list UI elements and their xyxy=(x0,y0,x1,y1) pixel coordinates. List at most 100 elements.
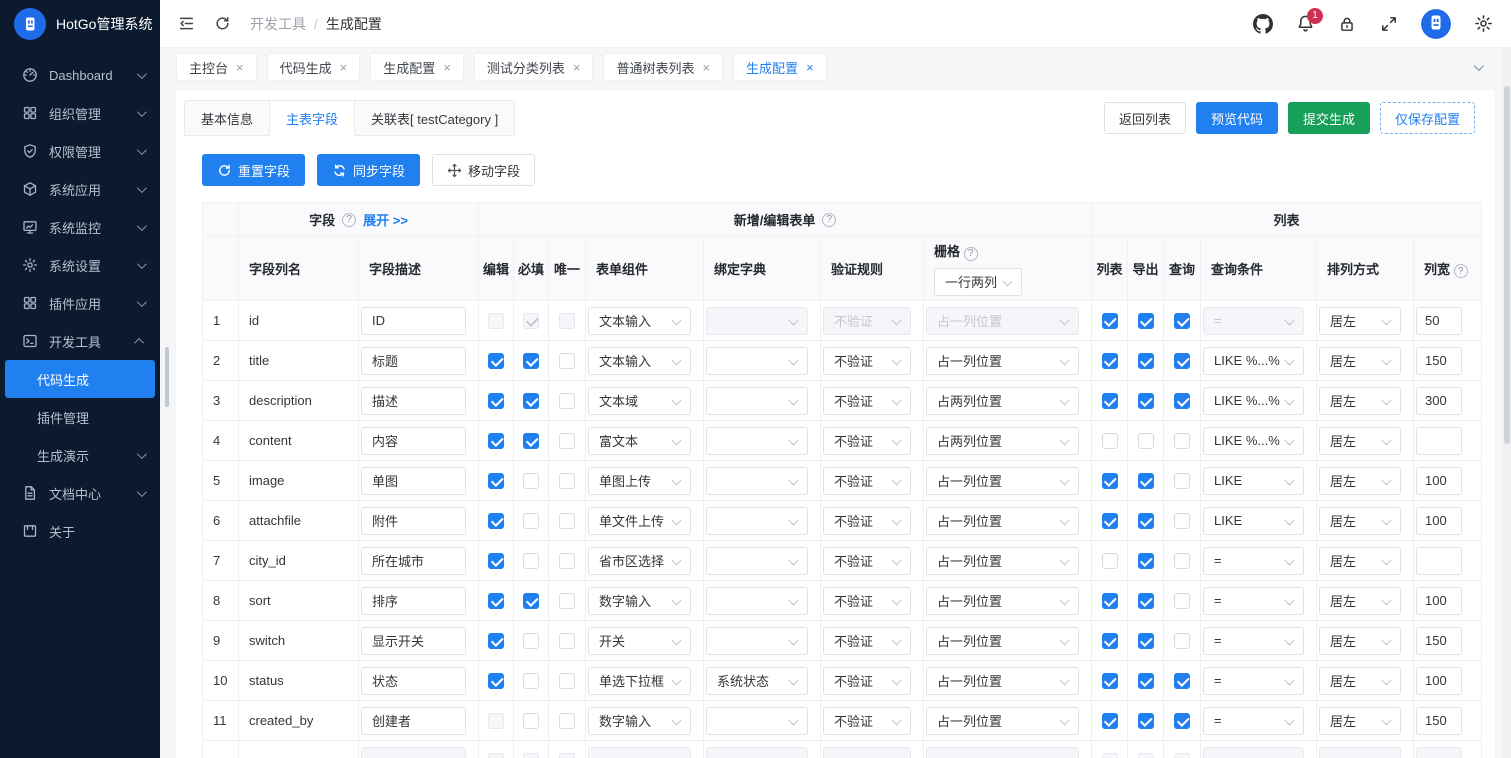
grid-span-select[interactable]: 占一列位置 xyxy=(926,347,1079,375)
dict-select[interactable] xyxy=(706,467,808,495)
close-icon[interactable]: × xyxy=(806,61,814,74)
query-checkbox[interactable] xyxy=(1174,753,1190,758)
column-width-input[interactable] xyxy=(1416,547,1462,575)
export-checkbox[interactable] xyxy=(1138,433,1154,449)
export-checkbox[interactable] xyxy=(1138,713,1154,729)
unique-checkbox[interactable] xyxy=(559,593,575,609)
form-component-select[interactable]: 数字输入 xyxy=(588,587,691,615)
unique-checkbox[interactable] xyxy=(559,713,575,729)
sidebar-item-monitor[interactable]: 系统监控 xyxy=(0,208,160,246)
dict-select[interactable] xyxy=(706,387,808,415)
dict-select[interactable] xyxy=(706,747,808,758)
tab-chip[interactable]: 测试分类列表 × xyxy=(474,53,594,81)
tab-chip[interactable]: 主控台 × xyxy=(176,53,257,81)
unique-checkbox[interactable] xyxy=(559,513,575,529)
button[interactable]: 重置字段 xyxy=(202,154,305,186)
validate-rule-select[interactable]: 不验证 xyxy=(823,347,911,375)
list-checkbox[interactable] xyxy=(1102,513,1118,529)
align-select[interactable]: 居左 xyxy=(1319,707,1401,735)
validate-rule-select[interactable]: 不验证 xyxy=(823,627,911,655)
form-component-select[interactable]: 文本输入 xyxy=(588,307,691,335)
edit-checkbox[interactable] xyxy=(488,513,504,529)
export-checkbox[interactable] xyxy=(1138,393,1154,409)
align-select[interactable]: 居左 xyxy=(1319,627,1401,655)
query-checkbox[interactable] xyxy=(1174,393,1190,409)
export-checkbox[interactable] xyxy=(1138,353,1154,369)
sidebar-item-doc[interactable]: 文档中心 xyxy=(0,474,160,512)
query-condition-select[interactable]: = xyxy=(1203,587,1304,615)
grid-span-select[interactable] xyxy=(926,747,1079,758)
grid-span-select[interactable]: 占一列位置 xyxy=(926,547,1079,575)
column-width-input[interactable] xyxy=(1416,507,1462,535)
edit-checkbox[interactable] xyxy=(488,353,504,369)
refresh-icon[interactable] xyxy=(214,15,232,33)
query-checkbox[interactable] xyxy=(1174,673,1190,689)
unique-checkbox[interactable] xyxy=(559,473,575,489)
validate-rule-select[interactable]: 不验证 xyxy=(823,387,911,415)
collapse-sidebar-icon[interactable] xyxy=(178,15,196,33)
list-checkbox[interactable] xyxy=(1102,433,1118,449)
field-desc-input[interactable] xyxy=(361,747,466,758)
help-icon[interactable]: ? xyxy=(342,213,356,227)
column-width-input[interactable] xyxy=(1416,627,1462,655)
notifications-icon[interactable]: 1 xyxy=(1295,14,1315,34)
query-condition-select[interactable]: LIKE %...% xyxy=(1203,347,1304,375)
export-checkbox[interactable] xyxy=(1138,673,1154,689)
field-desc-input[interactable] xyxy=(361,307,466,335)
button[interactable]: 提交生成 xyxy=(1288,102,1370,134)
required-checkbox[interactable] xyxy=(523,513,539,529)
required-checkbox[interactable] xyxy=(523,753,539,758)
align-select[interactable]: 居左 xyxy=(1319,667,1401,695)
unique-checkbox[interactable] xyxy=(559,673,575,689)
align-select[interactable]: 居左 xyxy=(1319,547,1401,575)
query-condition-select[interactable]: = xyxy=(1203,627,1304,655)
edit-checkbox[interactable] xyxy=(488,593,504,609)
dict-select[interactable] xyxy=(706,587,808,615)
required-checkbox[interactable] xyxy=(523,313,539,329)
align-select[interactable]: 居左 xyxy=(1319,427,1401,455)
query-condition-select[interactable]: LIKE %...% xyxy=(1203,387,1304,415)
grid-span-select[interactable]: 占一列位置 xyxy=(926,707,1079,735)
content-scrollbar-thumb[interactable] xyxy=(165,347,169,407)
form-component-select[interactable]: 文本输入 xyxy=(588,347,691,375)
column-width-input[interactable] xyxy=(1416,667,1462,695)
close-icon[interactable]: × xyxy=(340,61,348,74)
field-desc-input[interactable] xyxy=(361,467,466,495)
column-width-input[interactable] xyxy=(1416,307,1462,335)
tab-inactive[interactable]: 基本信息 xyxy=(184,100,270,136)
list-checkbox[interactable] xyxy=(1102,713,1118,729)
field-desc-input[interactable] xyxy=(361,547,466,575)
sidebar-item-terminal[interactable]: 开发工具 xyxy=(0,322,160,360)
form-component-select[interactable]: 文本域 xyxy=(588,387,691,415)
column-width-input[interactable] xyxy=(1416,707,1462,735)
tab-chip[interactable]: 生成配置 × xyxy=(733,53,827,81)
required-checkbox[interactable] xyxy=(523,633,539,649)
field-desc-input[interactable] xyxy=(361,507,466,535)
export-checkbox[interactable] xyxy=(1138,553,1154,569)
query-condition-select[interactable]: LIKE %...% xyxy=(1203,427,1304,455)
list-checkbox[interactable] xyxy=(1102,313,1118,329)
required-checkbox[interactable] xyxy=(523,433,539,449)
button[interactable]: 预览代码 xyxy=(1196,102,1278,134)
sidebar-item-about[interactable]: 关于 xyxy=(0,512,160,550)
required-checkbox[interactable] xyxy=(523,393,539,409)
query-checkbox[interactable] xyxy=(1174,433,1190,449)
button[interactable]: 仅保存配置 xyxy=(1380,102,1475,134)
help-icon[interactable]: ? xyxy=(964,247,978,261)
field-desc-input[interactable] xyxy=(361,627,466,655)
validate-rule-select[interactable]: 不验证 xyxy=(823,467,911,495)
align-select[interactable]: 居左 xyxy=(1319,587,1401,615)
close-icon[interactable]: × xyxy=(573,61,581,74)
query-checkbox[interactable] xyxy=(1174,473,1190,489)
list-checkbox[interactable] xyxy=(1102,593,1118,609)
column-width-input[interactable] xyxy=(1416,587,1462,615)
form-component-select[interactable] xyxy=(588,747,691,758)
breadcrumb-parent[interactable]: 开发工具 xyxy=(250,14,306,34)
edit-checkbox[interactable] xyxy=(488,713,504,729)
dict-select[interactable] xyxy=(706,427,808,455)
export-checkbox[interactable] xyxy=(1138,593,1154,609)
unique-checkbox[interactable] xyxy=(559,353,575,369)
grid-span-select[interactable]: 占一列位置 xyxy=(926,467,1079,495)
grid-default-select[interactable]: 一行两列 xyxy=(934,268,1022,296)
fullscreen-icon[interactable] xyxy=(1379,14,1399,34)
